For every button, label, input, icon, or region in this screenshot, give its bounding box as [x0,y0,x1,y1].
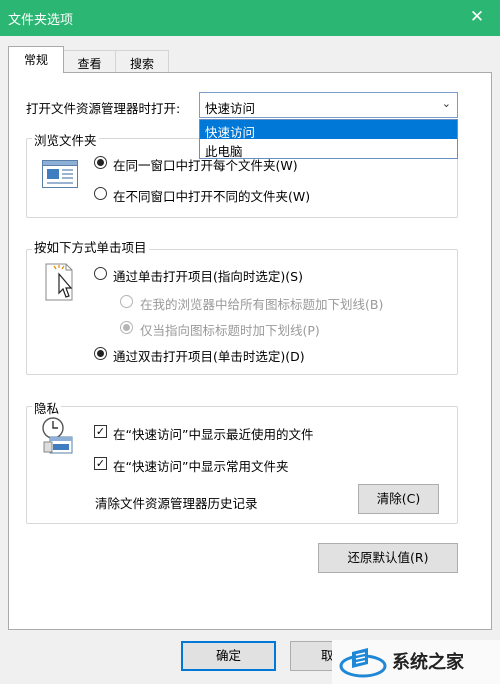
tab-view[interactable]: 查看 [63,50,116,72]
watermark: 系统之家 [332,640,500,684]
ok-button[interactable]: 确定 [181,641,276,671]
combo-value: 快速访问 [205,101,256,116]
open-explorer-label: 打开文件资源管理器时打开: [26,101,181,116]
recent-files-icon [40,416,76,459]
label-underline-all: 在我的浏览器中给所有图标标题加下划线(B) [140,297,384,312]
watermark-logo-icon [338,644,388,683]
close-icon[interactable]: ✕ [454,0,500,36]
label-new-window: 在不同窗口中打开不同的文件夹(W) [113,189,311,204]
dropdown-option-this-pc[interactable]: 此电脑 [200,139,457,159]
tab-general[interactable]: 常规 [8,46,64,73]
radio-new-window[interactable] [94,187,107,200]
browse-folders-title: 浏览文件夹 [32,130,99,149]
watermark-text: 系统之家 [392,652,464,673]
cursor-click-icon [44,262,78,305]
radio-single-click[interactable] [94,267,107,280]
clear-history-button[interactable]: 清除(C) [358,484,439,514]
checkbox-show-recent[interactable]: ✓ [94,425,107,438]
title-bar: 文件夹选项 ✕ [0,0,500,36]
radio-underline-point[interactable] [120,321,133,334]
folder-window-icon [42,160,78,191]
label-show-recent: 在“快速访问”中显示最近使用的文件 [113,427,314,442]
restore-defaults-button[interactable]: 还原默认值(R) [318,543,458,573]
window-title: 文件夹选项 [8,13,74,28]
label-clear-history: 清除文件资源管理器历史记录 [95,496,258,511]
chevron-down-icon[interactable]: ⌄ [442,97,451,110]
label-underline-point: 仅当指向图标标题时加下划线(P) [140,323,320,338]
tab-search[interactable]: 搜索 [115,50,169,72]
checkbox-show-frequent[interactable]: ✓ [94,457,107,470]
radio-double-click[interactable] [94,347,107,360]
privacy-title: 隐私 [32,398,62,417]
click-items-title: 按如下方式单击项目 [32,237,149,256]
open-explorer-combo[interactable]: 快速访问 ⌄ [199,92,458,118]
open-explorer-dropdown: 快速访问 此电脑 [199,119,458,159]
label-single-click: 通过单击打开项目(指向时选定)(S) [113,269,303,284]
label-double-click: 通过双击打开项目(单击时选定)(D) [113,349,305,364]
radio-same-window[interactable] [94,156,107,169]
radio-underline-all[interactable] [120,295,133,308]
dropdown-option-quick-access[interactable]: 快速访问 [200,120,457,140]
label-show-frequent: 在“快速访问”中显示常用文件夹 [113,459,289,474]
